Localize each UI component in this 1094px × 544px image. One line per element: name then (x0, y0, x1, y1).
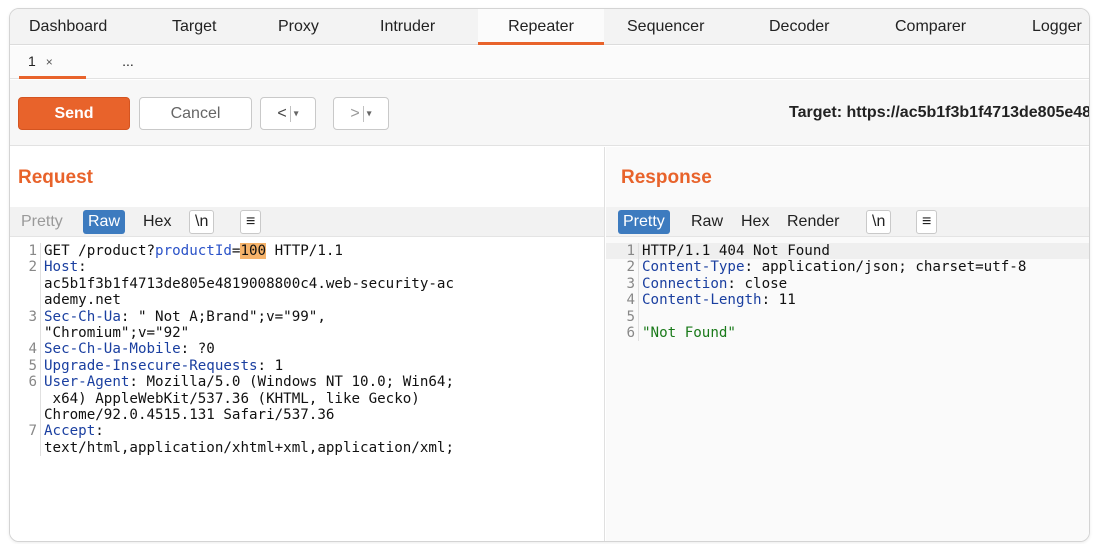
tab-dashboard[interactable]: Dashboard (29, 9, 107, 45)
response-tab-raw[interactable]: Raw (686, 210, 728, 234)
code-line: "Chromium";v="92" (10, 325, 604, 342)
response-newline-toggle[interactable]: \n (866, 210, 892, 234)
request-tab-pretty[interactable]: Pretty (16, 210, 68, 234)
tab-target[interactable]: Target (172, 9, 216, 45)
code-line: 6 "Not Found" (606, 325, 1089, 342)
tab-proxy[interactable]: Proxy (278, 9, 319, 45)
tab-intruder[interactable]: Intruder (380, 9, 435, 45)
main-tab-bar: Dashboard Target Proxy Intruder Repeater… (10, 9, 1089, 45)
dropdown-caret-icon[interactable]: ▾ (294, 108, 299, 119)
chevron-left-icon: < (277, 105, 287, 122)
response-view-tabs: Pretty Raw Hex Render \n ≡ (606, 207, 1089, 237)
code-line: 1 HTTP/1.1 404 Not Found (606, 243, 1089, 260)
button-separator (289, 105, 291, 122)
burp-window: Dashboard Target Proxy Intruder Repeater… (9, 8, 1090, 542)
repeater-tab-label: 1 (28, 53, 36, 69)
tab-repeater[interactable]: Repeater (478, 9, 604, 45)
request-newline-toggle[interactable]: \n (189, 210, 215, 234)
button-separator (362, 105, 364, 122)
highlighted-value: 100 (240, 243, 267, 259)
response-menu-icon[interactable]: ≡ (916, 210, 938, 234)
response-tab-render[interactable]: Render (782, 210, 844, 234)
code-line: x64) AppleWebKit/537.36 (KHTML, like Gec… (10, 390, 604, 408)
request-title: Request (18, 167, 93, 188)
cancel-button[interactable]: Cancel (139, 97, 252, 130)
code-line: 2 Content-Type: application/json; charset… (606, 259, 1089, 276)
tab-comparer[interactable]: Comparer (895, 9, 966, 45)
response-viewer[interactable]: 1 HTTP/1.1 404 Not Found 2 Content-Type: a… (606, 243, 1089, 342)
repeater-tab-bar: 1 × ... (10, 46, 1089, 79)
code-line: text/html,application/xhtml+xml,applicat… (10, 439, 604, 457)
code-line: 2 Host: (10, 259, 604, 276)
request-menu-icon[interactable]: ≡ (240, 210, 262, 234)
request-tab-raw[interactable]: Raw (83, 210, 126, 234)
code-line: 6 User-Agent: Mozilla/5.0 (Windows NT 10.… (10, 374, 604, 391)
code-line: ademy.net (10, 292, 604, 309)
tab-sequencer[interactable]: Sequencer (627, 9, 704, 45)
code-line: ac5b1f3b1f4713de805e4819008800c4.web-sec… (10, 275, 604, 293)
tab-decoder[interactable]: Decoder (769, 9, 829, 45)
code-line: 1 GET /product?productId=100 HTTP/1.1 (10, 243, 604, 260)
chevron-right-icon: > (350, 105, 360, 122)
code-line: 5 Upgrade-Insecure-Requests: 1 (10, 357, 604, 375)
code-line: 7 Accept: (10, 423, 604, 440)
request-tab-hex[interactable]: Hex (138, 210, 176, 234)
repeater-tab-1[interactable]: 1 × (19, 46, 86, 79)
response-tab-hex[interactable]: Hex (736, 210, 774, 234)
forward-button[interactable]: > ▾ (333, 97, 389, 130)
request-editor[interactable]: 1 GET /product?productId=100 HTTP/1.1 2 Ho… (10, 243, 604, 457)
response-tab-pretty[interactable]: Pretty (618, 210, 670, 234)
back-button[interactable]: < ▾ (260, 97, 316, 130)
code-line: 4 Sec-Ch-Ua-Mobile: ?0 (10, 341, 604, 358)
code-line: Chrome/92.0.4515.131 Safari/537.36 (10, 407, 604, 424)
send-button[interactable]: Send (18, 97, 130, 130)
dropdown-caret-icon[interactable]: ▾ (367, 108, 372, 119)
request-view-tabs: Pretty Raw Hex \n ≡ (10, 207, 604, 237)
request-pane: Request Pretty Raw Hex \n ≡ 1 GET /produc… (10, 147, 605, 541)
tab-logger[interactable]: Logger (1032, 9, 1082, 45)
code-line: 3 Sec-Ch-Ua: " Not A;Brand";v="99", (10, 308, 604, 326)
new-tab-button[interactable]: ... (106, 46, 150, 79)
code-line: 4 Content-Length: 11 (606, 292, 1089, 309)
repeater-toolbar: Send Cancel < ▾ > ▾ Target: https://ac5b1f… (10, 80, 1089, 146)
target-label[interactable]: Target: https://ac5b1f3b1f4713de805e4819… (789, 104, 1089, 122)
response-pane: Response Pretty Raw Hex Render \n ≡ 1 HTT… (606, 147, 1089, 541)
close-tab-icon[interactable]: × (46, 55, 53, 69)
code-line: 3 Connection: close (606, 275, 1089, 293)
response-title: Response (621, 167, 712, 188)
code-line: 5 (606, 308, 1089, 326)
